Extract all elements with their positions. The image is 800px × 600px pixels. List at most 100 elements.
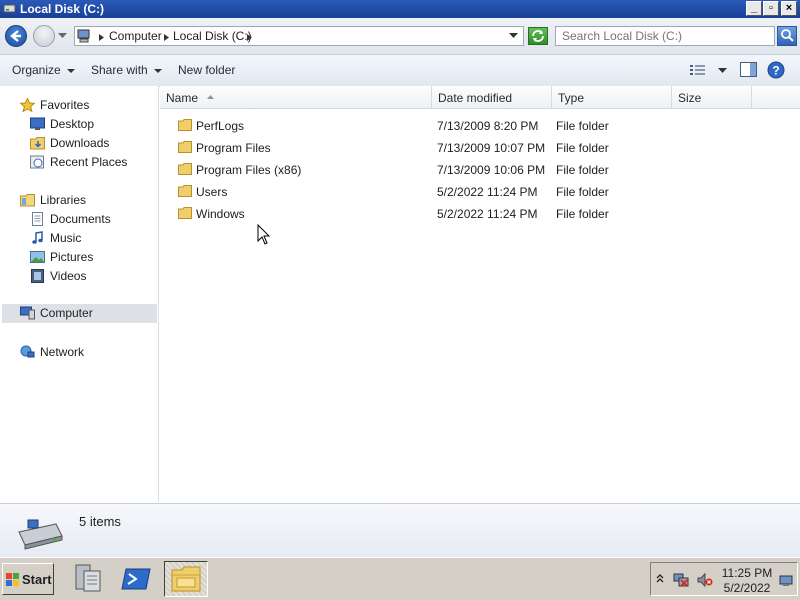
recent-places-icon — [30, 155, 44, 169]
back-arrow-icon — [10, 30, 21, 42]
network-icon — [20, 345, 35, 358]
file-name: Windows — [196, 207, 245, 221]
column-header: Name Date modified Type Size — [160, 86, 800, 109]
chevron-down-icon — [153, 68, 162, 73]
restore-button[interactable]: ▫ — [763, 1, 779, 16]
star-icon — [20, 98, 35, 112]
network-disconnected-icon[interactable] — [673, 572, 689, 588]
file-row[interactable]: PerfLogs 7/13/2009 8:20 PM File folder — [160, 115, 800, 137]
start-button[interactable]: Start — [2, 563, 54, 595]
search-button[interactable] — [777, 26, 797, 46]
search-input[interactable] — [555, 26, 775, 46]
libraries-icon — [20, 194, 35, 207]
hard-drive-icon — [18, 519, 63, 550]
window-title: Local Disk (C:) — [20, 2, 105, 16]
view-options-icon[interactable] — [690, 64, 706, 76]
file-date: 5/2/2022 11:24 PM — [437, 207, 538, 221]
folder-icon — [178, 207, 192, 219]
file-date: 7/13/2009 10:07 PM — [437, 141, 546, 155]
action-center-icon[interactable] — [779, 575, 795, 587]
nav-libraries[interactable]: Libraries — [0, 191, 158, 209]
taskbar-powershell[interactable] — [116, 561, 160, 597]
command-bar: Organize Share with New folder ? — [0, 55, 800, 87]
folder-icon — [178, 163, 192, 175]
nav-downloads[interactable]: Downloads — [0, 134, 158, 152]
windows-logo-icon — [6, 573, 19, 586]
pictures-icon — [30, 251, 45, 263]
address-box[interactable]: Computer Local Disk (C:) — [74, 26, 524, 46]
file-row[interactable]: Program Files (x86) 7/13/2009 10:06 PM F… — [160, 159, 800, 181]
file-date: 7/13/2009 8:20 PM — [437, 119, 539, 133]
documents-icon — [32, 212, 43, 226]
file-name: Program Files — [196, 141, 271, 155]
details-pane: 5 items — [0, 503, 800, 558]
nav-videos[interactable]: Videos — [0, 267, 158, 285]
show-hidden-icons-icon[interactable] — [656, 574, 664, 583]
music-icon — [32, 231, 43, 244]
nav-computer[interactable]: Computer — [2, 304, 157, 323]
breadcrumb-computer[interactable]: Computer — [109, 29, 162, 43]
help-icon[interactable]: ? — [767, 61, 785, 79]
system-tray: 11:25 PM 5/2/2022 — [650, 562, 798, 596]
new-folder-button[interactable]: New folder — [178, 63, 235, 77]
volume-muted-icon[interactable] — [697, 572, 713, 588]
nav-documents[interactable]: Documents — [0, 210, 158, 228]
address-dropdown-icon[interactable] — [509, 33, 518, 39]
clock-time[interactable]: 11:25 PM — [721, 566, 773, 580]
item-count: 5 items — [79, 514, 121, 529]
breadcrumb-arrow-icon[interactable] — [247, 34, 253, 41]
breadcrumb-arrow-icon[interactable] — [99, 34, 105, 41]
powershell-icon — [121, 568, 151, 590]
taskbar-server-manager[interactable] — [66, 561, 110, 597]
file-name: PerfLogs — [196, 119, 245, 133]
explorer-folder-icon — [171, 566, 201, 592]
folder-icon — [178, 185, 192, 197]
file-name: Program Files (x86) — [196, 163, 302, 177]
videos-icon — [31, 269, 44, 283]
column-date-modified[interactable]: Date modified — [432, 86, 552, 108]
organize-menu[interactable]: Organize — [12, 63, 75, 77]
file-type: File folder — [556, 207, 609, 221]
computer-icon — [20, 306, 35, 320]
minimize-button[interactable]: _ — [746, 1, 762, 16]
column-size[interactable]: Size — [672, 86, 752, 108]
search-icon — [781, 29, 794, 42]
back-button[interactable] — [5, 25, 27, 47]
file-row[interactable]: Users 5/2/2022 11:24 PM File folder — [160, 181, 800, 203]
clock-date[interactable]: 5/2/2022 — [721, 581, 773, 595]
taskbar-windows-explorer[interactable] — [164, 561, 208, 597]
column-name[interactable]: Name — [160, 86, 432, 108]
server-manager-icon — [75, 564, 101, 592]
forward-button[interactable] — [33, 25, 55, 47]
file-type: File folder — [556, 185, 609, 199]
nav-network[interactable]: Network — [0, 343, 158, 361]
file-name: Users — [196, 185, 228, 199]
file-type: File folder — [556, 119, 609, 133]
file-row[interactable]: Program Files 7/13/2009 10:07 PM File fo… — [160, 137, 800, 159]
folder-icon — [178, 119, 192, 131]
nav-pictures[interactable]: Pictures — [0, 248, 158, 266]
navigation-pane: Favorites Desktop Downloads Recent Place… — [0, 86, 159, 502]
column-type[interactable]: Type — [552, 86, 672, 108]
view-dropdown-icon[interactable] — [718, 68, 727, 74]
address-toolbar: Computer Local Disk (C:) — [0, 18, 800, 55]
nav-music[interactable]: Music — [0, 229, 158, 247]
close-button[interactable]: × — [781, 1, 797, 16]
nav-recent-places[interactable]: Recent Places — [0, 153, 158, 171]
title-bar: Local Disk (C:) _ ▫ × — [0, 0, 800, 18]
drive-icon — [3, 4, 16, 13]
sort-ascending-icon — [207, 95, 214, 99]
file-type: File folder — [556, 141, 609, 155]
folder-icon — [178, 141, 192, 153]
breadcrumb-arrow-icon[interactable] — [164, 34, 170, 41]
downloads-folder-icon — [30, 137, 45, 150]
nav-favorites[interactable]: Favorites — [0, 96, 158, 114]
file-row[interactable]: Windows 5/2/2022 11:24 PM File folder — [160, 203, 800, 225]
recent-pages-dropdown-icon[interactable] — [58, 33, 67, 39]
share-with-menu[interactable]: Share with — [91, 63, 162, 77]
nav-desktop[interactable]: Desktop — [0, 115, 158, 133]
refresh-button[interactable] — [528, 27, 548, 45]
breadcrumb-local-disk[interactable]: Local Disk (C:) — [173, 29, 252, 43]
preview-pane-icon[interactable] — [740, 62, 757, 77]
taskbar: Start 11:25 PM 5/2/2022 — [0, 557, 800, 600]
